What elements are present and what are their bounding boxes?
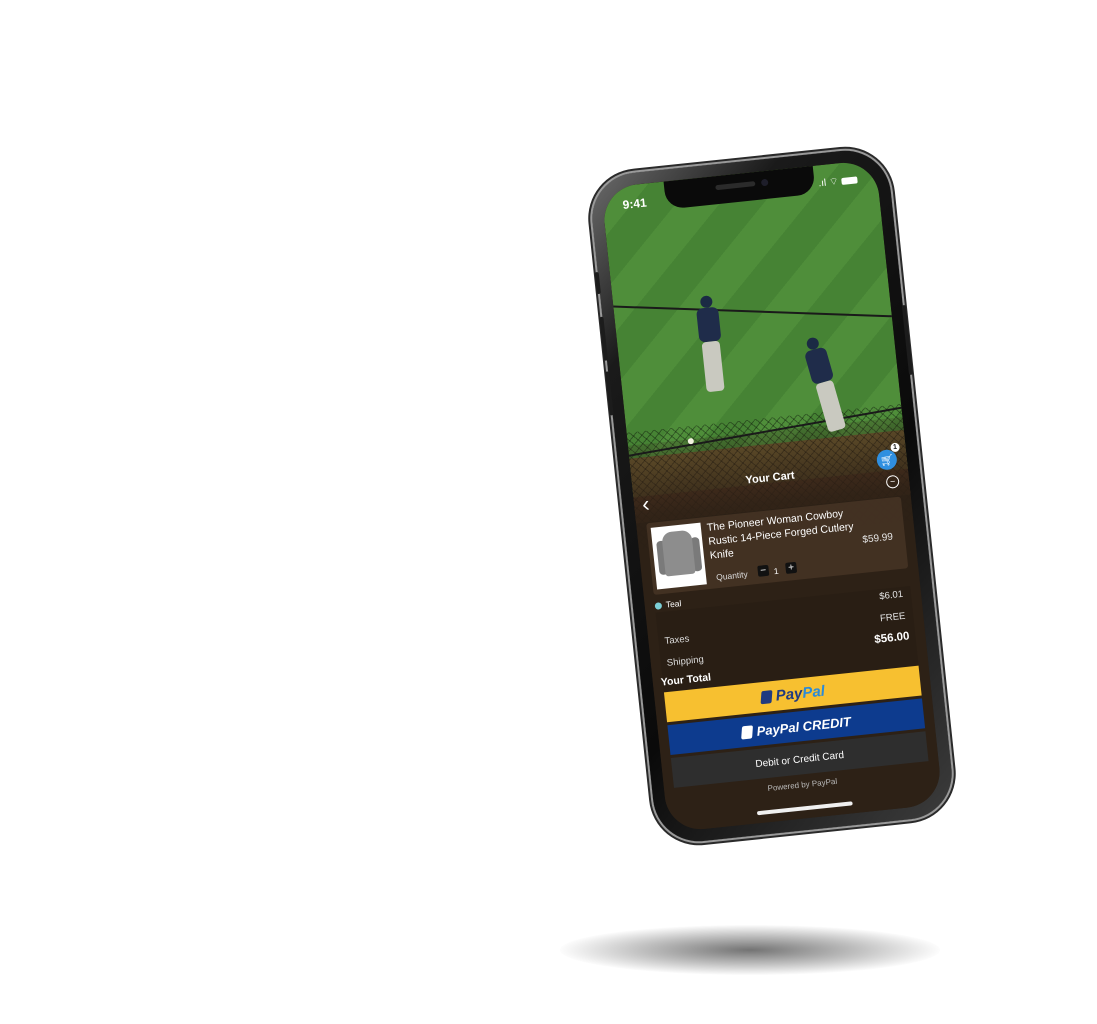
quantity-label: Quantity <box>715 568 749 583</box>
phone-shadow <box>560 925 940 975</box>
front-camera <box>760 178 769 187</box>
color-label: Teal <box>665 598 682 610</box>
quantity-increase-button[interactable]: + <box>785 561 798 574</box>
status-time: 9:41 <box>622 195 648 212</box>
color-swatch-icon <box>654 601 663 610</box>
phone-device: 9:41 .ıl ⌔ 🛒︎ 1 ‹ Your Cart − The Pionee… <box>587 146 957 846</box>
quantity-value: 1 <box>773 565 780 577</box>
paypal-logo-icon <box>760 689 773 704</box>
paypal-pal-text: Pal <box>801 682 826 702</box>
shipping-label: Shipping <box>666 654 705 669</box>
paypal-logo-icon <box>741 724 754 740</box>
signal-icon: .ıl <box>817 177 827 190</box>
wifi-icon: ⌔ <box>828 176 840 189</box>
quantity-decrease-button[interactable]: − <box>757 564 770 577</box>
item-price: $59.99 <box>861 531 894 546</box>
paypal-pay-text: Pay <box>774 684 804 705</box>
speaker-grille <box>715 181 756 191</box>
product-image[interactable] <box>650 522 707 590</box>
taxes-value: $6.01 <box>878 588 904 603</box>
battery-icon <box>841 176 858 185</box>
taxes-label: Taxes <box>664 633 690 647</box>
shipping-value: FREE <box>879 610 906 625</box>
hoodie-thumbnail <box>661 529 696 577</box>
product-name: The Pioneer Woman Cowboy Rustic 14-Piece… <box>706 507 855 562</box>
paypal-credit-text: PayPal CREDIT <box>755 713 852 739</box>
